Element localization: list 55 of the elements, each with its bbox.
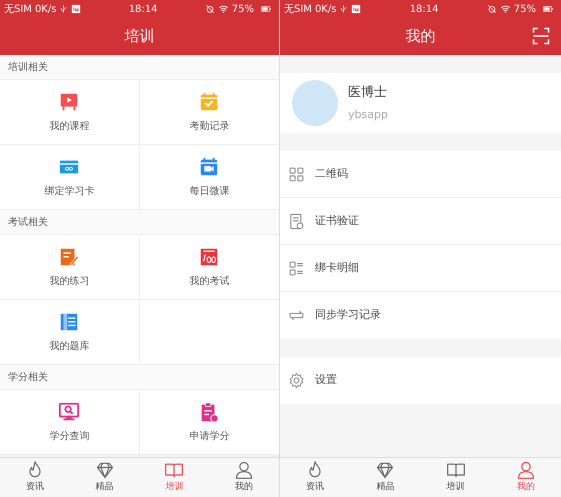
- section-heading: 学分相关: [8, 370, 48, 384]
- alarm-off-icon: [204, 4, 215, 14]
- screen-title: 我的: [406, 26, 436, 48]
- tab-bar-item[interactable]: 我的: [490, 458, 561, 497]
- tab-bar-item[interactable]: 资讯: [0, 458, 70, 497]
- status-time: 18:14: [128, 2, 158, 16]
- carrier-text: 无SIM: [284, 2, 312, 16]
- calendar-video-icon: [198, 156, 220, 178]
- usb-icon: [59, 4, 68, 14]
- settings-icon: [288, 372, 305, 389]
- tab-bar-item[interactable]: 我的: [209, 458, 279, 497]
- section-heading: 培训相关: [8, 60, 48, 74]
- menu-item[interactable]: 二维码: [280, 151, 561, 198]
- document-check-icon: [288, 212, 305, 230]
- wifi-icon: [218, 4, 229, 14]
- usb-icon: [339, 4, 348, 14]
- app-notification-icon: [351, 4, 362, 14]
- status-time: 18:14: [410, 2, 439, 16]
- menu-item[interactable]: 同步学习记录: [280, 292, 561, 339]
- tab-bar-item[interactable]: 资讯: [280, 458, 350, 497]
- grid-menu-item[interactable]: 学分查询: [0, 390, 140, 455]
- battery-percent: 75%: [232, 2, 254, 16]
- section-heading: 考试相关: [8, 216, 48, 230]
- tab-bar-item[interactable]: 精品: [350, 458, 420, 497]
- avatar: [292, 80, 338, 126]
- grid-menu-item[interactable]: 绑定学习卡: [0, 145, 140, 210]
- alarm-off-icon: [486, 4, 497, 14]
- person-icon: [516, 460, 536, 480]
- network-speed: 0K/s: [34, 2, 56, 16]
- diamond-icon: [94, 460, 115, 480]
- carrier-text: 无SIM: [4, 2, 32, 16]
- menu-item[interactable]: 设置: [280, 357, 561, 404]
- grid-menu-item[interactable]: 我的题库: [0, 300, 140, 365]
- scan-icon: [531, 26, 551, 46]
- menu-item[interactable]: 证书验证: [280, 198, 561, 245]
- tab-bar-item[interactable]: 培训: [420, 458, 491, 497]
- screen-title: 培训: [124, 26, 154, 48]
- user-name: 医博士: [348, 84, 388, 102]
- profile-card[interactable]: 医博士 ybsapp: [280, 73, 561, 133]
- person-icon: [234, 460, 254, 480]
- grid-menu-item[interactable]: 我的练习: [0, 235, 140, 300]
- user-id: ybsapp: [348, 106, 388, 122]
- tab-bar-item[interactable]: 培训: [140, 458, 210, 497]
- menu-item[interactable]: 绑卡明细: [280, 245, 561, 292]
- battery-percent: 75%: [514, 2, 536, 16]
- monitor-search-icon: [58, 400, 80, 422]
- network-speed: 0K/s: [314, 2, 336, 16]
- qr-grid-icon: [288, 166, 305, 182]
- checklist-icon: [288, 260, 305, 276]
- wifi-icon: [500, 4, 511, 14]
- calendar-check-icon: [198, 90, 220, 112]
- diamond-icon: [375, 460, 396, 480]
- app-notification-icon: [71, 4, 82, 14]
- tab-bar-item[interactable]: 精品: [70, 458, 140, 497]
- grid-menu-item[interactable]: 我的课程: [0, 80, 140, 145]
